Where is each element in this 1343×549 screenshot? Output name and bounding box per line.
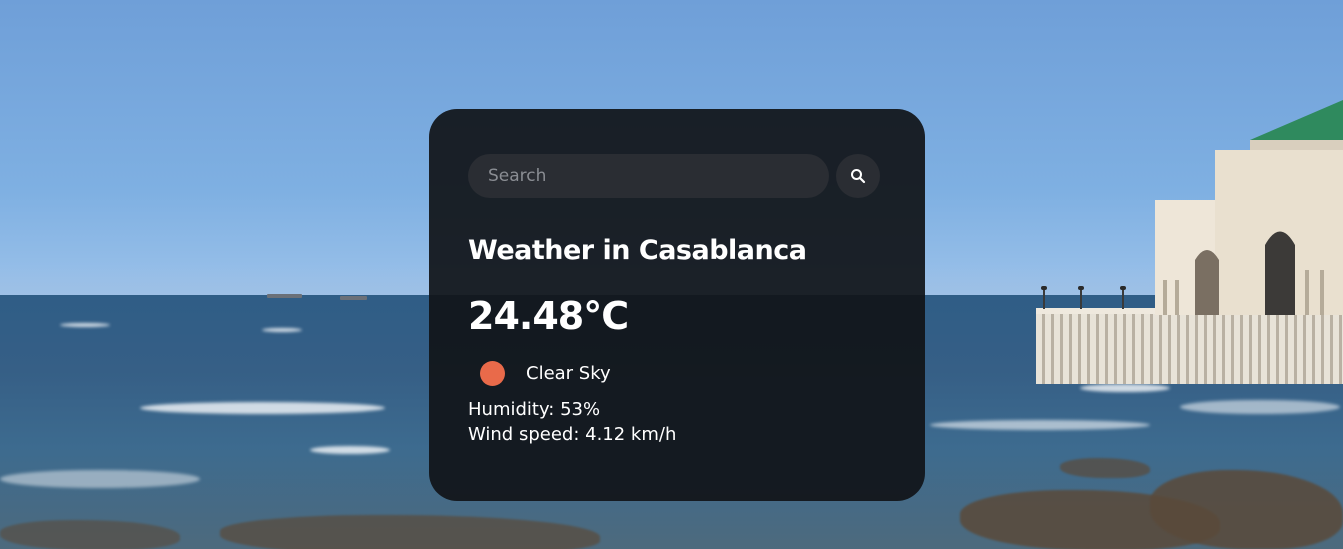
search-input[interactable] bbox=[468, 154, 829, 198]
lamp-post bbox=[1120, 286, 1126, 309]
wave bbox=[140, 402, 385, 414]
weather-description: Clear Sky bbox=[526, 362, 611, 384]
lamp-post bbox=[1078, 286, 1084, 309]
weather-card: Weather in Casablanca 24.48°C Clear Sky … bbox=[429, 109, 925, 501]
wave bbox=[60, 323, 110, 327]
wave bbox=[310, 446, 390, 454]
wave bbox=[930, 420, 1150, 430]
ship bbox=[267, 294, 302, 298]
rocks bbox=[0, 520, 180, 549]
wave bbox=[0, 470, 200, 488]
wave bbox=[262, 328, 302, 332]
search-icon bbox=[851, 169, 866, 184]
search-button[interactable] bbox=[836, 154, 880, 198]
wave bbox=[1080, 384, 1170, 392]
sun-icon bbox=[480, 360, 505, 386]
wind-speed-text: Wind speed: 4.12 km/h bbox=[468, 424, 677, 445]
lamp-post bbox=[1041, 286, 1047, 309]
temperature: 24.48°C bbox=[468, 294, 629, 338]
mosque-illustration bbox=[1155, 100, 1343, 315]
wave bbox=[1180, 400, 1340, 414]
rocks bbox=[1060, 458, 1150, 478]
city-heading: Weather in Casablanca bbox=[468, 235, 807, 266]
search-bar bbox=[468, 154, 886, 198]
humidity-text: Humidity: 53% bbox=[468, 399, 601, 420]
weather-description-row: Clear Sky bbox=[468, 358, 886, 388]
ship bbox=[340, 296, 367, 300]
mosque-pier bbox=[1036, 308, 1343, 384]
